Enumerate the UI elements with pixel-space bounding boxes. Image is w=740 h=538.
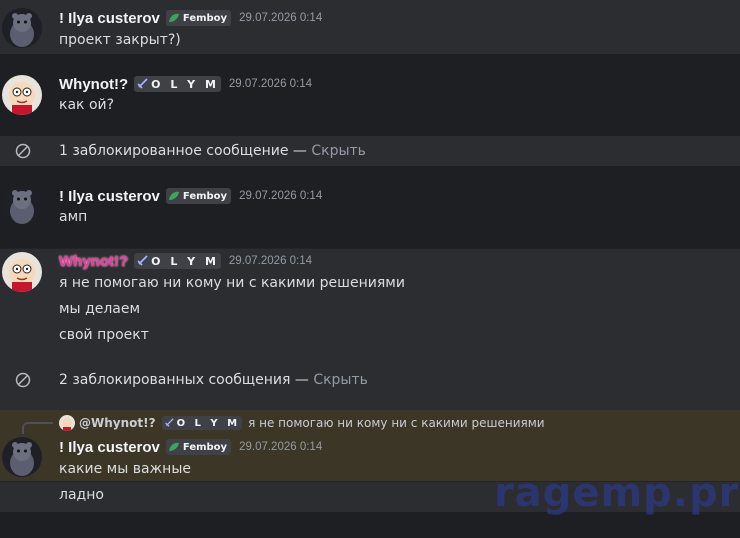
timestamp: 29.07.2026 0:14 xyxy=(239,190,323,202)
leaf-icon xyxy=(168,442,180,452)
username[interactable]: Whynot!? xyxy=(59,253,128,270)
clan-tag-label: O L Y M xyxy=(176,417,241,429)
timestamp: 29.07.2026 0:14 xyxy=(239,441,323,453)
clan-tag[interactable]: Femboy xyxy=(165,10,232,26)
avatar-ilya[interactable] xyxy=(2,437,42,477)
sword-icon xyxy=(136,255,148,267)
message-text: мы делаем xyxy=(59,301,141,317)
blocked-messages-row: 2 заблокированных сообщения — Скрыть xyxy=(0,366,740,394)
blocked-count-text: 1 заблокированное сообщение xyxy=(59,143,289,159)
username[interactable]: Whynot!? xyxy=(59,76,128,93)
blocked-messages-row: 1 заблокированное сообщение — Скрыть xyxy=(0,137,740,165)
blocked-icon xyxy=(15,143,31,159)
clan-tag-label: O L Y M xyxy=(151,77,219,91)
message-text: свой проект xyxy=(59,327,149,343)
message-text: проект закрыт?) xyxy=(59,32,181,48)
avatar-whynot[interactable] xyxy=(2,75,42,115)
reply-mention[interactable]: @Whynot!? xyxy=(79,416,156,430)
clan-tag[interactable]: Femboy xyxy=(165,188,232,204)
message-header: Whynot!? O L Y M 29.07.2026 0:14 xyxy=(59,74,312,94)
avatar-ilya[interactable] xyxy=(2,185,42,225)
username[interactable]: ! Ilya custerov xyxy=(59,188,160,205)
clan-tag-label: O L Y M xyxy=(151,254,219,268)
separator: — xyxy=(290,372,314,388)
reply-text: я не помогаю ни кому ни с какими решения… xyxy=(248,416,545,430)
watermark: ragemp.pro xyxy=(494,470,740,516)
timestamp: 29.07.2026 0:14 xyxy=(239,12,323,24)
message-text: как ой? xyxy=(59,97,115,113)
message-header: ! Ilya custerov Femboy 29.07.2026 0:14 xyxy=(59,8,322,28)
clan-tag-label: Femboy xyxy=(182,190,228,202)
blocked-icon xyxy=(15,372,31,388)
sword-icon xyxy=(136,78,148,90)
message-row-bg xyxy=(0,166,740,248)
message-row-bg xyxy=(0,54,740,136)
clan-tag[interactable]: O L Y M xyxy=(161,416,243,430)
username[interactable]: ! Ilya custerov xyxy=(59,10,160,27)
username[interactable]: ! Ilya custerov xyxy=(59,439,160,456)
reply-avatar xyxy=(59,415,75,431)
reply-preview[interactable]: @Whynot!? O L Y M я не помогаю ни кому н… xyxy=(59,414,545,432)
sword-icon xyxy=(164,418,174,428)
separator: — xyxy=(288,143,312,159)
clan-tag-label: Femboy xyxy=(182,441,228,453)
message-header: ! Ilya custerov Femboy 29.07.2026 0:14 xyxy=(59,437,322,457)
clan-tag[interactable]: O L Y M xyxy=(134,76,221,92)
hide-blocked-link[interactable]: Скрыть xyxy=(313,372,368,388)
message-text: я не помогаю ни кому ни с какими решения… xyxy=(59,275,405,291)
avatar-ilya[interactable] xyxy=(2,8,42,48)
clan-tag-label: Femboy xyxy=(182,12,228,24)
divider xyxy=(0,248,740,249)
message-header: ! Ilya custerov Femboy 29.07.2026 0:14 xyxy=(59,186,322,206)
message-text: амп xyxy=(59,209,88,225)
message-text: какие мы важные xyxy=(59,461,191,477)
reply-connector xyxy=(22,422,53,434)
timestamp: 29.07.2026 0:14 xyxy=(228,255,313,267)
clan-tag[interactable]: O L Y M xyxy=(134,253,221,269)
timestamp: 29.07.2026 0:14 xyxy=(228,78,313,90)
hide-blocked-link[interactable]: Скрыть xyxy=(311,143,366,159)
blocked-count-text: 2 заблокированных сообщения xyxy=(59,372,291,388)
leaf-icon xyxy=(168,13,180,23)
clan-tag[interactable]: Femboy xyxy=(165,439,232,455)
message-text: ладно xyxy=(59,487,104,503)
avatar-whynot[interactable] xyxy=(2,252,42,292)
message-header: Whynot!? O L Y M 29.07.2026 0:14 xyxy=(59,251,312,271)
leaf-icon xyxy=(168,191,180,201)
